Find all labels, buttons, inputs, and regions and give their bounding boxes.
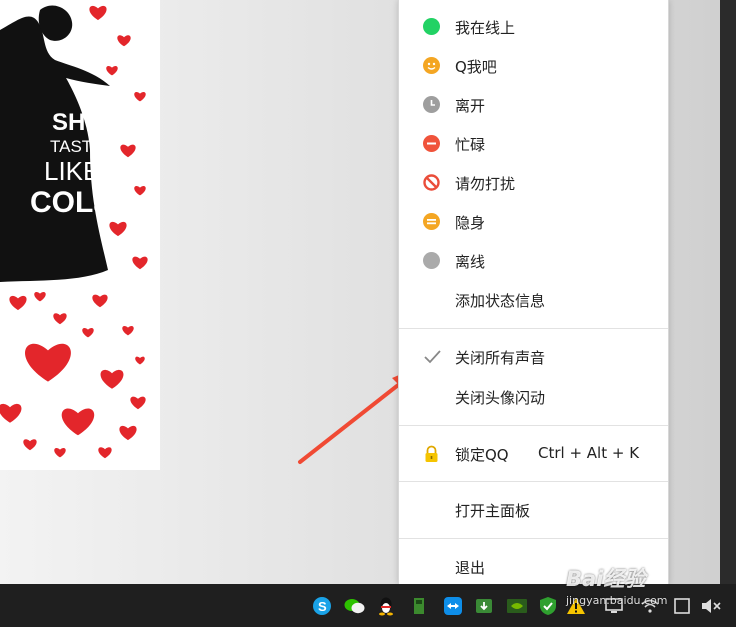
menu-item-label: 关闭头像闪动 [455, 389, 546, 407]
menu-item-label: 我在线上 [455, 19, 516, 37]
menu-item-q-me[interactable]: Q我吧 [399, 46, 668, 85]
invisible-icon [423, 213, 440, 230]
menu-separator [399, 481, 668, 482]
usb-drive-icon[interactable] [410, 596, 430, 616]
menu-separator [399, 328, 668, 329]
menu-item-label: 退出 [455, 559, 486, 577]
menu-item-label: 忙碌 [455, 136, 486, 154]
menu-item-invisible[interactable]: 隐身 [399, 202, 668, 241]
menu-item-lock-qq[interactable]: 锁定QQ Ctrl + Alt + K [399, 434, 668, 473]
skype-icon[interactable]: S [312, 596, 332, 616]
shield-icon[interactable] [538, 596, 558, 616]
busy-icon [423, 135, 440, 152]
menu-item-mute-all[interactable]: 关闭所有声音 [399, 337, 668, 376]
volume-mute-icon[interactable] [700, 596, 721, 616]
update-icon[interactable] [474, 596, 494, 616]
menu-item-label: 离开 [455, 97, 486, 115]
menu-item-label: 打开主面板 [455, 502, 531, 520]
watermark-url: jingyan.baidu.com [566, 594, 668, 607]
baidu-watermark: Bai经验 jingyan.baidu.com [560, 545, 700, 615]
svg-text:S: S [318, 599, 327, 614]
menu-item-online[interactable]: 我在线上 [399, 7, 668, 46]
padlock-icon [423, 445, 440, 462]
menu-separator [399, 538, 668, 539]
menu-item-busy[interactable]: 忙碌 [399, 124, 668, 163]
watermark-brand: Bai经验 [566, 567, 646, 591]
menu-item-close-avatar-flash[interactable]: 关闭头像闪动 [399, 377, 668, 416]
q-me-status-icon [423, 57, 440, 74]
checkmark-icon [423, 348, 441, 365]
menu-item-do-not-disturb[interactable]: 请勿打扰 [399, 163, 668, 202]
away-clock-icon [423, 96, 440, 113]
qq-penguin-icon[interactable] [376, 596, 396, 616]
menu-item-label: 锁定QQ [455, 446, 509, 464]
offline-icon [423, 252, 440, 269]
menu-item-label: 添加状态信息 [455, 292, 546, 310]
nvidia-icon[interactable] [506, 596, 527, 616]
menu-item-label: 关闭所有声音 [455, 349, 546, 367]
menu-item-label: 隐身 [455, 214, 486, 232]
keyboard-shortcut: Ctrl + Alt + K [538, 444, 640, 462]
menu-item-open-main-panel[interactable]: 打开主面板 [399, 490, 668, 529]
menu-item-away[interactable]: 离开 [399, 85, 668, 124]
qq-status-context-menu: 我在线上 Q我吧 离开 忙碌 请勿打扰 隐身 离线 添加状态信息 关闭所有声音 … [398, 0, 669, 584]
menu-separator [399, 425, 668, 426]
menu-item-label: Q我吧 [455, 58, 497, 76]
online-status-icon [423, 18, 440, 35]
wechat-icon[interactable] [344, 596, 365, 616]
do-not-disturb-icon [423, 174, 440, 191]
menu-item-label: 请勿打扰 [455, 175, 516, 193]
menu-item-label: 离线 [455, 253, 486, 271]
menu-item-offline[interactable]: 离线 [399, 241, 668, 280]
teamviewer-icon[interactable] [443, 596, 463, 616]
menu-item-add-status[interactable]: 添加状态信息 [399, 280, 668, 319]
